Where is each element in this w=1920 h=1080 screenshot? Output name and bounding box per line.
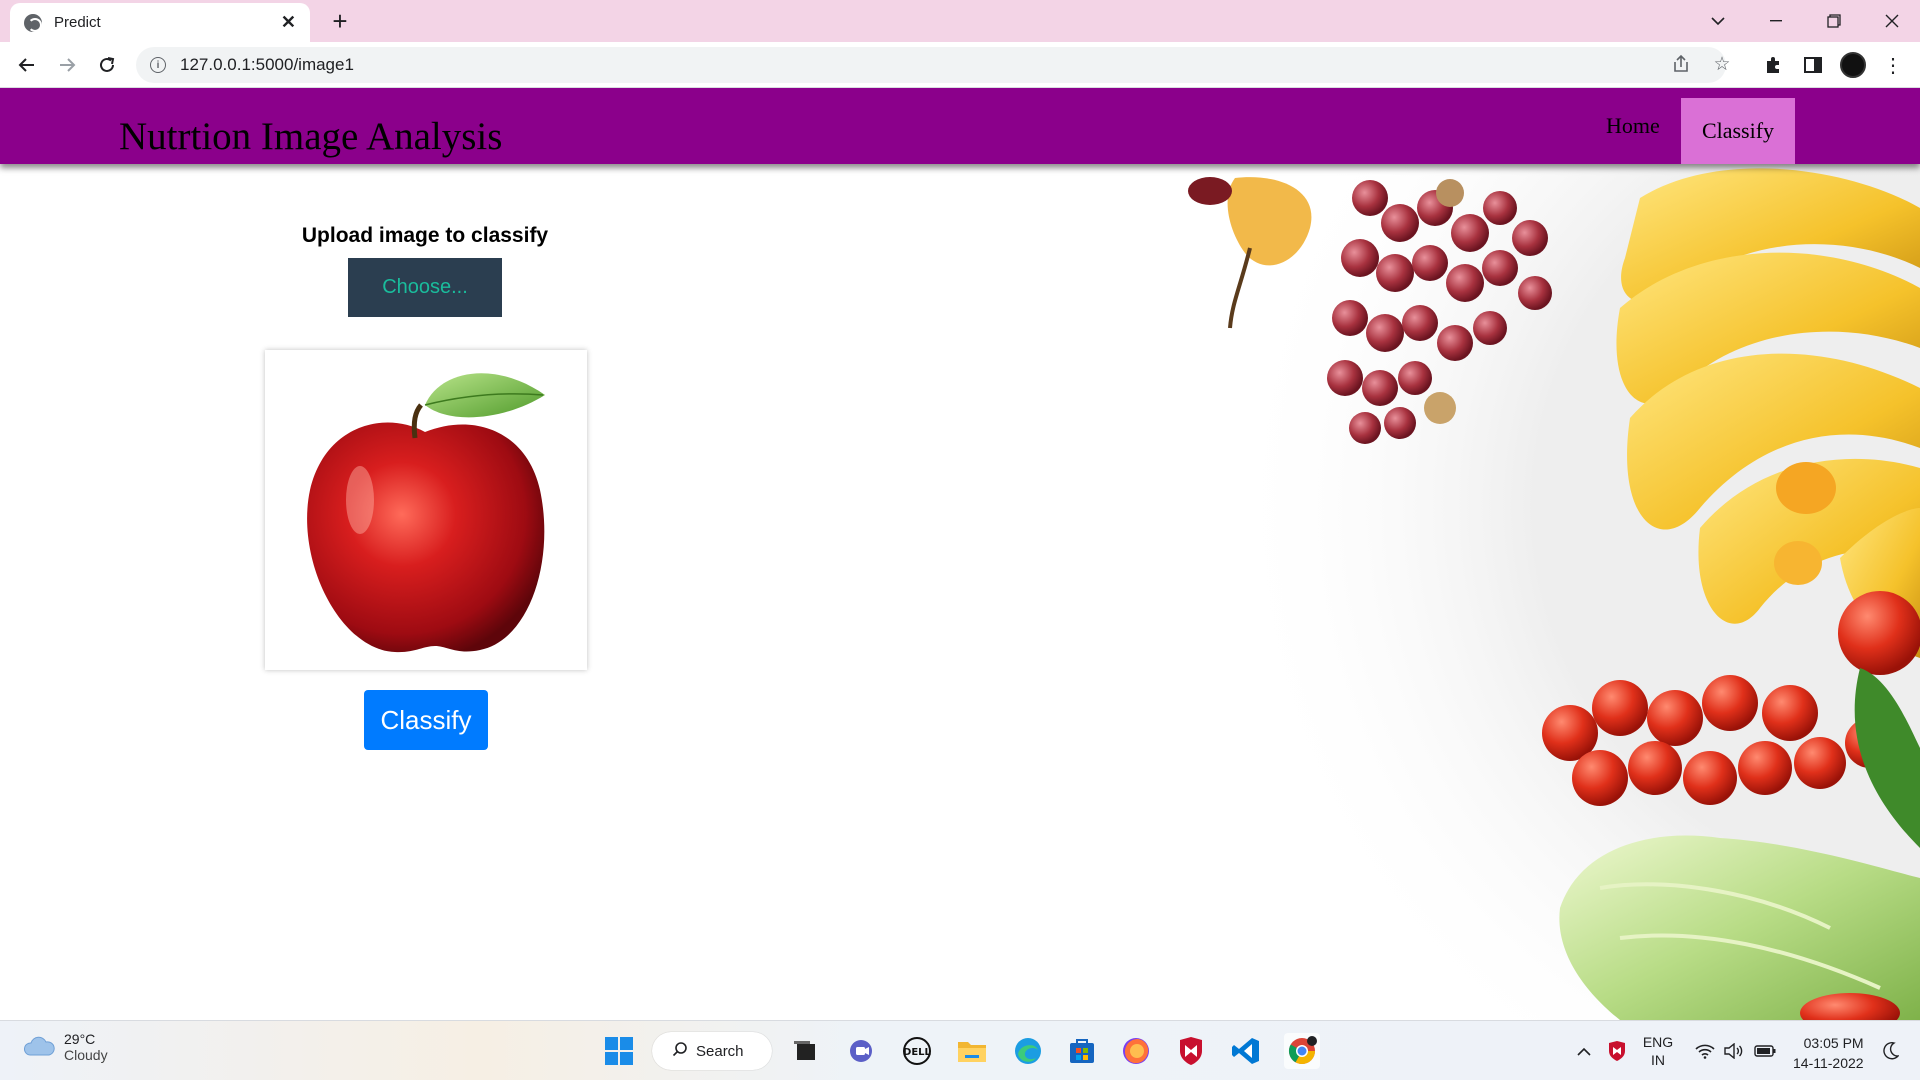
clock-date: 14-11-2022: [1793, 1055, 1864, 1071]
back-arrow-icon[interactable]: [11, 49, 43, 81]
weather-widget[interactable]: 29°C Cloudy: [22, 1031, 108, 1063]
image-preview: [265, 350, 587, 670]
input-language-indicator[interactable]: ENG IN: [1636, 1021, 1680, 1080]
extensions-icon[interactable]: [1757, 49, 1789, 81]
upload-label: Upload image to classify: [301, 224, 549, 247]
weather-temp: 29°C: [64, 1031, 96, 1047]
file-explorer-icon[interactable]: [954, 1033, 990, 1069]
show-hidden-icons-chevron-icon[interactable]: [1570, 1021, 1598, 1080]
tab-title: Predict: [54, 14, 101, 31]
vscode-icon[interactable]: [1228, 1033, 1264, 1069]
microsoft-store-icon[interactable]: [1064, 1033, 1100, 1069]
teams-chat-icon[interactable]: [844, 1033, 880, 1069]
battery-icon[interactable]: [1751, 1021, 1779, 1080]
choose-file-button[interactable]: Choose...: [348, 258, 502, 317]
search-icon: [672, 1041, 688, 1061]
browser-tab-strip: Predict ✕ +: [0, 0, 1920, 42]
apple-image: [271, 356, 581, 664]
new-tab-button[interactable]: +: [325, 6, 355, 36]
chrome-icon[interactable]: [1284, 1033, 1320, 1069]
lang-top: ENG: [1642, 1034, 1674, 1050]
browser-tab[interactable]: Predict ✕: [10, 3, 310, 42]
upload-section: Upload image to classify Choose...: [220, 224, 630, 317]
bookmark-star-icon[interactable]: ☆: [1709, 51, 1735, 77]
tab-close-icon[interactable]: ✕: [281, 12, 296, 33]
dell-icon[interactable]: DELL: [899, 1033, 935, 1069]
notification-moon-icon[interactable]: [1876, 1021, 1906, 1080]
edge-browser-icon[interactable]: [1010, 1033, 1046, 1069]
classify-submit-button[interactable]: Classify: [364, 690, 488, 750]
search-label: Search: [696, 1042, 744, 1060]
mcafee-tray-icon[interactable]: [1603, 1021, 1631, 1080]
wifi-icon[interactable]: [1692, 1021, 1718, 1080]
weather-desc: Cloudy: [64, 1047, 108, 1063]
share-icon[interactable]: [1668, 51, 1694, 77]
taskbar-clock[interactable]: 03:05 PM 14-11-2022: [1793, 1033, 1864, 1073]
menu-kebab-icon[interactable]: ⋮: [1877, 49, 1909, 81]
forward-arrow-icon[interactable]: [51, 49, 83, 81]
minimize-button[interactable]: [1748, 0, 1804, 42]
restore-button[interactable]: [1806, 0, 1862, 42]
side-panel-icon[interactable]: [1797, 49, 1829, 81]
windows-taskbar: 29°C Cloudy Search DELL ENG IN 03:05 PM …: [0, 1020, 1920, 1080]
site-info-icon[interactable]: i: [150, 57, 166, 73]
volume-icon[interactable]: [1721, 1021, 1747, 1080]
profile-avatar[interactable]: [1837, 49, 1869, 81]
globe-icon: [24, 13, 42, 32]
close-window-button[interactable]: [1864, 0, 1920, 42]
reload-icon[interactable]: [91, 49, 123, 81]
nav-link-home[interactable]: Home: [1586, 88, 1680, 164]
browser-toolbar: i 127.0.0.1:5000/image1 ☆ ⋮: [0, 42, 1920, 88]
mcafee-icon[interactable]: [1173, 1033, 1209, 1069]
web-page: Nutrtion Image Analysis Home Classify Up…: [0, 88, 1920, 1020]
svg-text:DELL: DELL: [903, 1047, 932, 1058]
firefox-icon[interactable]: [1118, 1033, 1154, 1069]
windows-start-icon[interactable]: [601, 1033, 637, 1069]
lang-bottom: IN: [1651, 1052, 1665, 1068]
taskbar-search[interactable]: Search: [652, 1032, 772, 1070]
tab-search-icon[interactable]: [1690, 0, 1746, 42]
nav-link-classify[interactable]: Classify: [1681, 98, 1795, 164]
cloud-icon: [24, 1036, 55, 1056]
site-navbar: Nutrtion Image Analysis Home Classify: [0, 88, 1920, 164]
site-brand-title[interactable]: Nutrtion Image Analysis: [119, 114, 502, 159]
task-view-icon[interactable]: [787, 1033, 823, 1069]
url-text: 127.0.0.1:5000/image1: [180, 55, 354, 74]
clock-time: 03:05 PM: [1803, 1035, 1864, 1051]
address-bar[interactable]: i 127.0.0.1:5000/image1: [136, 47, 1726, 83]
